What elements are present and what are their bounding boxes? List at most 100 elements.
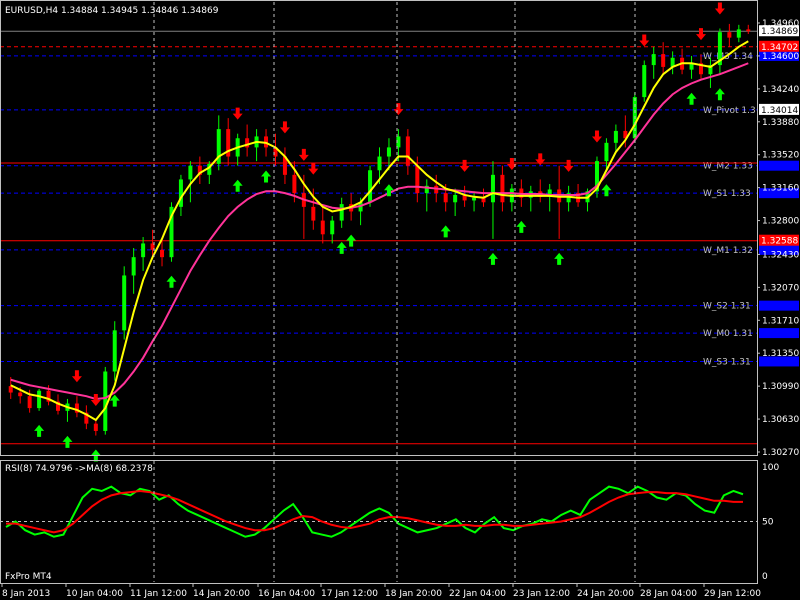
rsi-tick-label: 50 — [762, 518, 774, 528]
candle-body[interactable] — [651, 54, 656, 66]
time-tick-label: 23 Jan 12:00 — [513, 589, 570, 599]
level-label-W_Pivot: W_Pivot 1.3 — [703, 106, 756, 116]
fast-ma-line — [10, 40, 749, 422]
price-tick-label: 1.32800 — [762, 217, 799, 227]
candle-body[interactable] — [320, 220, 325, 235]
up-arrow-icon — [232, 179, 243, 192]
price-pane[interactable]: W_M3 1.34W_Pivot 1.3W_M2 1.33W_S1 1.33W_… — [0, 2, 757, 462]
candle-body[interactable] — [27, 396, 32, 409]
candle-body[interactable] — [405, 136, 410, 166]
rsi-tick-label: 0 — [762, 572, 768, 582]
up-arrow-icon — [440, 225, 451, 238]
candle-body[interactable] — [188, 165, 193, 180]
up-arrow-icon — [109, 394, 120, 407]
candle-body[interactable] — [160, 249, 165, 258]
price-tick-label: 1.34600 — [762, 52, 799, 62]
candle-body[interactable] — [443, 193, 448, 203]
down-arrow-icon — [308, 162, 319, 175]
candle-body[interactable] — [112, 330, 117, 372]
up-arrow-icon — [34, 424, 45, 437]
level-label-W_S3: W_S3 1.31 — [703, 357, 751, 367]
rsi-header: RSI(8) 74.9796 ->MA(8) 68.2378 — [5, 464, 153, 474]
candle-body[interactable] — [103, 371, 108, 431]
price-tick-label: 1.33160 — [762, 184, 799, 194]
up-arrow-icon — [336, 241, 347, 254]
candle-body[interactable] — [727, 32, 732, 38]
candle-body[interactable] — [141, 243, 146, 258]
time-tick-label: 29 Jan 12:00 — [704, 589, 761, 599]
price-tick-label: 1.30630 — [762, 415, 799, 425]
candle-body[interactable] — [377, 156, 382, 171]
down-arrow-icon — [563, 159, 574, 172]
candle-body[interactable] — [736, 29, 741, 38]
candle-body[interactable] — [37, 390, 42, 409]
pivot-tag-box — [759, 300, 799, 311]
rsi-pane[interactable] — [0, 485, 757, 538]
down-arrow-icon — [695, 28, 706, 41]
up-arrow-icon — [62, 435, 73, 448]
price-tag-text: 1.32588 — [761, 237, 798, 247]
price-tick-label: 1.30270 — [762, 448, 799, 458]
time-tick-label: 8 Jan 2013 — [2, 589, 50, 599]
candle-body[interactable] — [642, 65, 647, 98]
price-tick-label: 1.30990 — [762, 382, 799, 392]
up-arrow-icon — [554, 252, 565, 265]
broker-label: FxPro MT4 — [5, 572, 52, 582]
candle-body[interactable] — [311, 206, 316, 221]
candle-body[interactable] — [472, 197, 477, 201]
candle-body[interactable] — [122, 275, 127, 331]
price-tick-label: 1.33880 — [762, 118, 799, 128]
up-arrow-icon — [487, 252, 498, 265]
candle-body[interactable] — [131, 257, 136, 276]
time-tick-label: 10 Jan 04:00 — [66, 589, 123, 599]
time-tick-label: 11 Jan 12:00 — [130, 589, 187, 599]
up-arrow-icon — [261, 170, 272, 183]
candle-body[interactable] — [339, 204, 344, 221]
pivot-tag-box — [759, 160, 799, 171]
down-arrow-icon — [298, 148, 309, 161]
up-arrow-icon — [601, 184, 612, 197]
time-tick-label: 22 Jan 04:00 — [449, 589, 506, 599]
candle-body[interactable] — [613, 130, 618, 143]
candle-body[interactable] — [500, 174, 505, 203]
down-arrow-icon — [535, 153, 546, 166]
level-label-W_M1: W_M1 1.32 — [703, 246, 753, 256]
candle-body[interactable] — [490, 174, 495, 203]
down-arrow-icon — [71, 370, 82, 383]
candle-body[interactable] — [746, 29, 751, 32]
price-tag-text: 1.34014 — [761, 106, 798, 116]
price-tick-label: 1.32430 — [762, 250, 799, 260]
candle-body[interactable] — [604, 142, 609, 162]
trading-chart[interactable]: W_M3 1.34W_Pivot 1.3W_M2 1.33W_S1 1.33W_… — [0, 0, 800, 600]
rsi-tick-label: 100 — [762, 463, 779, 473]
down-arrow-icon — [714, 2, 725, 15]
price-tick-label: 1.32070 — [762, 283, 799, 293]
candle-body[interactable] — [8, 386, 13, 393]
slow-ma-line — [10, 62, 749, 400]
down-arrow-icon — [459, 159, 470, 172]
candle-body[interactable] — [330, 220, 335, 235]
up-arrow-icon — [686, 92, 697, 105]
down-arrow-icon — [90, 393, 101, 406]
up-arrow-icon — [714, 88, 725, 101]
up-arrow-icon — [166, 275, 177, 288]
candle-body[interactable] — [18, 392, 23, 397]
candle-body[interactable] — [178, 179, 183, 207]
candle-body[interactable] — [368, 170, 373, 203]
time-tick-label: 28 Jan 04:00 — [640, 589, 697, 599]
candle-body[interactable] — [292, 174, 297, 194]
candle-body[interactable] — [415, 165, 420, 194]
candle-body[interactable] — [386, 147, 391, 157]
down-arrow-icon — [279, 121, 290, 134]
up-arrow-icon — [346, 234, 357, 247]
level-label-W_S2: W_S2 1.31 — [703, 302, 751, 312]
pivot-tag-box — [759, 328, 799, 339]
time-tick-label: 18 Jan 20:00 — [385, 589, 442, 599]
price-tick-label: 1.33520 — [762, 151, 799, 161]
candle-body[interactable] — [661, 54, 666, 67]
price-tick-label: 1.31710 — [762, 316, 799, 326]
down-arrow-icon — [591, 130, 602, 143]
candle-body[interactable] — [453, 194, 458, 203]
candle-body[interactable] — [93, 423, 98, 431]
time-tick-label: 14 Jan 20:00 — [193, 589, 250, 599]
